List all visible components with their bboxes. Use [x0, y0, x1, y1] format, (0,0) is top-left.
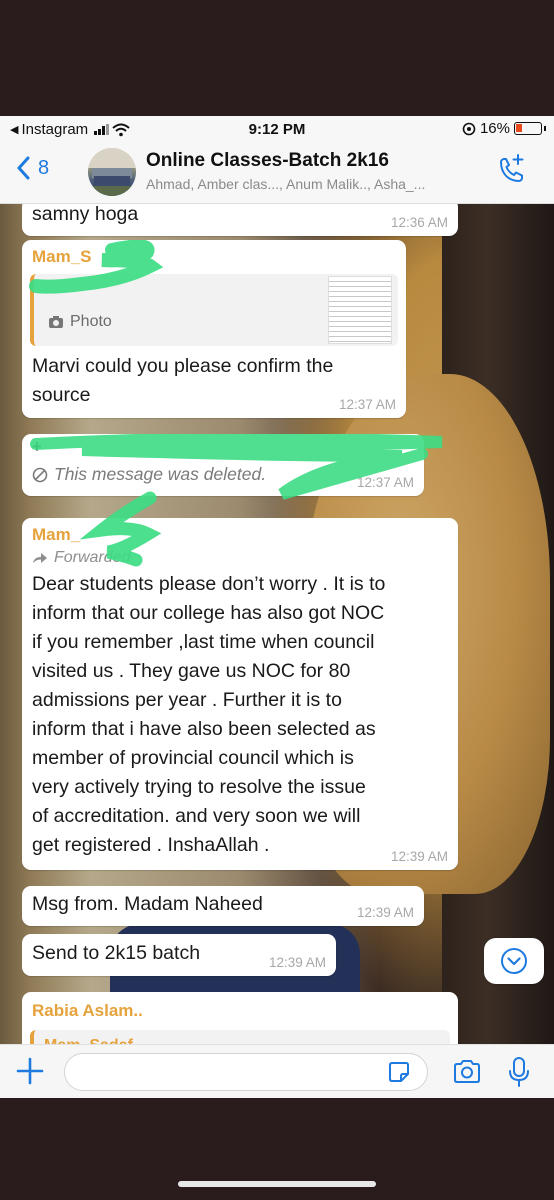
- home-indicator[interactable]: [178, 1181, 376, 1187]
- message-time: 12:39 AM: [356, 905, 414, 920]
- add-call-button[interactable]: [496, 154, 526, 191]
- message-bubble-4[interactable]: Mam_ Forwarded Dear students please don’…: [22, 491, 458, 870]
- sender-name[interactable]: Rabia Aslam..: [32, 1000, 143, 1022]
- message-text: Dear students please don’t worry . It is…: [32, 573, 386, 856]
- microphone-button[interactable]: [508, 1057, 530, 1092]
- status-bar: ◀ Instagram 9:12 PM 16%: [0, 116, 554, 142]
- camera-small-icon: [49, 316, 63, 328]
- message-time: 12:39 AM: [268, 955, 326, 970]
- attach-button[interactable]: [14, 1055, 46, 1092]
- battery-percent: 16%: [479, 120, 510, 137]
- unread-count: 8: [38, 156, 50, 179]
- message-text: Send to 2k15 batch: [32, 942, 201, 964]
- message-bubble-2[interactable]: Mam_S Photo Marvi could you please confi…: [22, 240, 406, 418]
- group-photo-image: [88, 148, 136, 196]
- message-time: 12:37 AM: [338, 397, 396, 412]
- quoted-message[interactable]: Mam_Sadaf..: [30, 1030, 450, 1044]
- sticker-icon: [389, 1062, 409, 1082]
- battery-icon: [514, 122, 546, 135]
- group-avatar[interactable]: [88, 148, 136, 196]
- message-bubble-1[interactable]: samny hoga 12:36 AM: [22, 204, 458, 236]
- message-time: 12:37 AM: [356, 475, 414, 490]
- microphone-icon: [509, 1057, 529, 1087]
- message-input[interactable]: [64, 1053, 428, 1091]
- sender-name[interactable]: Mam_: [32, 524, 80, 546]
- chat-header: 8 Online Classes-Batch 2k16 Ahmad, Amber…: [0, 142, 554, 204]
- input-bar: [0, 1044, 554, 1098]
- phone-add-icon: [500, 154, 524, 182]
- quoted-photo-label: Photo: [48, 312, 112, 332]
- message-bubble-5[interactable]: Msg from. Madam Naheed 12:39 AM: [22, 886, 424, 926]
- scroll-to-bottom-button[interactable]: [484, 938, 544, 984]
- sender-name[interactable]: Mam_S: [32, 246, 92, 268]
- message-time: 12:36 AM: [390, 215, 448, 230]
- forwarded-label: Forwarded: [32, 548, 130, 568]
- chevron-left-icon: [17, 156, 30, 180]
- chevron-down-circle-icon: [501, 948, 527, 974]
- chat-area[interactable]: samny hoga 12:36 AM Mam_S Photo Marvi co…: [0, 204, 554, 1044]
- sticker-button[interactable]: [388, 1061, 410, 1088]
- forward-arrow-icon: [33, 553, 47, 563]
- group-members[interactable]: Ahmad, Amber clas..., Anum Malik.., Asha…: [146, 176, 425, 192]
- quoted-photo[interactable]: Photo: [30, 274, 398, 346]
- message-bubble-7[interactable]: Rabia Aslam.. Mam_Sadaf..: [22, 992, 458, 1044]
- quoted-photo-thumbnail: [328, 276, 392, 344]
- message-text: Marvi could you please confirm the sourc…: [32, 355, 334, 406]
- message-text: Msg from. Madam Naheed: [32, 893, 263, 915]
- message-text: samny hoga: [32, 204, 139, 225]
- top-frame: [0, 0, 554, 116]
- group-title[interactable]: Online Classes-Batch 2k16: [146, 150, 389, 172]
- orientation-lock-icon: [462, 122, 476, 135]
- camera-button[interactable]: [452, 1059, 482, 1090]
- deleted-message: This message was deleted.: [32, 460, 266, 489]
- quoted-sender: Mam_Sadaf..: [44, 1036, 142, 1044]
- blocked-icon: [32, 467, 48, 482]
- back-button[interactable]: 8: [16, 156, 49, 180]
- message-bubble-6[interactable]: Send to 2k15 batch 12:39 AM: [22, 934, 336, 976]
- message-bubble-3[interactable]: + This message was deleted. 12:37 AM: [22, 434, 443, 500]
- sender-name: +: [32, 437, 42, 456]
- screen: ◀ Instagram 9:12 PM 16% 8 Online Classes…: [0, 116, 554, 1098]
- plus-icon: [16, 1057, 44, 1085]
- camera-icon: [454, 1060, 480, 1083]
- message-time: 12:39 AM: [390, 849, 448, 864]
